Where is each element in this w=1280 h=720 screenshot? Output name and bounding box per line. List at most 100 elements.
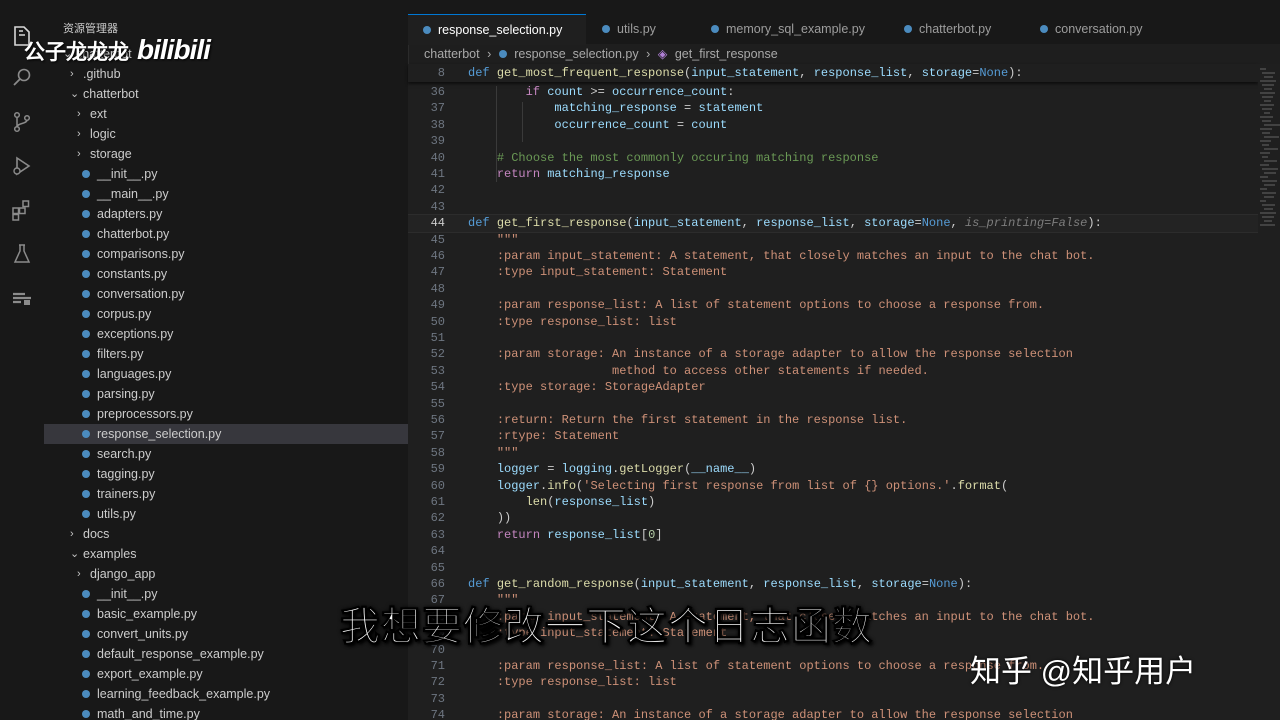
chevron-down-icon: ⌄ [70,88,80,100]
tree-folder[interactable]: › ext [44,104,408,124]
python-file-icon [82,650,90,658]
tab-response-selection[interactable]: response_selection.py [408,14,586,45]
code-line[interactable]: 73 [408,691,1258,708]
tree-folder[interactable]: › logic [44,124,408,144]
code-line[interactable]: 47 :type input_statement: Statement [408,264,1258,281]
tree-file[interactable]: response_selection.py [44,424,408,444]
tab-chatterbot[interactable]: chatterbot.py [888,14,1026,44]
code-token: :param storage: An instance of a storage… [496,347,1073,362]
code-line[interactable]: 57 :rtype: Statement [408,428,1258,445]
code-line[interactable]: 42 [408,182,1258,199]
code-line[interactable]: 53 method to access other statements if … [408,363,1258,380]
code-line[interactable]: 63 return response_list[0] [408,527,1258,544]
tab-utils[interactable]: utils.py [586,14,698,44]
code-token: :type storage: StorageAdapter [496,380,706,395]
breadcrumb-file[interactable]: response_selection.py [514,47,638,61]
tree-folder[interactable]: ⌄ examples [44,544,408,564]
code-token: input_statement [691,66,800,80]
tree-file[interactable]: filters.py [44,344,408,364]
tree-folder[interactable]: › .github [44,64,408,84]
code-line[interactable]: 40 # Choose the most commonly occuring m… [408,150,1258,167]
search-icon[interactable] [10,66,34,90]
tree-file[interactable]: chatterbot.py [44,224,408,244]
code-line[interactable]: 56 :return: Return the first statement i… [408,412,1258,429]
uploader-name: 公子龙龙龙 [24,41,129,64]
tree-file[interactable]: __init__.py [44,164,408,184]
code-text: :type response_list: list [468,314,677,331]
code-line[interactable]: 49 :param response_list: A list of state… [408,297,1258,314]
code-line[interactable]: 48 [408,281,1258,298]
code-line[interactable]: 60 logger. info ('Selecting first response… [408,478,1258,495]
code-line[interactable]: 44 def get_first_response(input_statement… [408,214,1258,234]
code-line[interactable]: 39 [408,133,1258,150]
code-line[interactable]: 38 occurrence_count = count [408,117,1258,134]
extensions-icon[interactable] [10,198,34,222]
tree-file[interactable]: learning_feedback_example.py [44,684,408,704]
minimap-line [1260,80,1276,82]
tree-file[interactable]: tagging.py [44,464,408,484]
code-line[interactable]: 46 :param input_statement: A statement, … [408,248,1258,265]
code-line[interactable]: 37 matching_response = statement [408,100,1258,117]
tree-file[interactable]: conversation.py [44,284,408,304]
tree-file[interactable]: parsing.py [44,384,408,404]
tree-folder[interactable]: ⌄ chatterbot [44,84,408,104]
tree-file[interactable]: math_and_time.py [44,704,408,720]
code-line[interactable]: 50 :type response_list: list [408,314,1258,331]
tree-file[interactable]: utils.py [44,504,408,524]
line-number: 38 [430,117,445,132]
tab-conversation[interactable]: conversation.py [1026,14,1176,44]
code-token: :param input_statement: A statement, tha… [496,249,1095,263]
tree-folder[interactable]: › docs [44,524,408,544]
source-control-icon[interactable] [10,110,34,134]
code-line[interactable]: 54 :type storage: StorageAdapter [408,379,1258,396]
code-text: if count >= occurrence_count: [468,84,735,101]
code-line[interactable]: 64 [408,543,1258,560]
minimap-line [1264,76,1273,78]
tree-file[interactable]: preprocessors.py [44,404,408,424]
code-line[interactable]: 59 logger = logging.getLogger(__name__) [408,461,1258,478]
line-number: 44 [430,216,445,231]
tree-file[interactable]: exceptions.py [44,324,408,344]
tree-folder[interactable]: › storage [44,144,408,164]
tree-file[interactable]: languages.py [44,364,408,384]
tree-item-label: .github [83,67,121,81]
code-line[interactable]: 52 :param storage: An instance of a stor… [408,346,1258,363]
code-line[interactable]: 62 )) [408,510,1258,527]
tree-file[interactable]: constants.py [44,264,408,284]
tree-file[interactable]: trainers.py [44,484,408,504]
tree-file[interactable]: corpus.py [44,304,408,324]
chevron-right-icon: › [77,148,81,160]
remote-explorer-icon[interactable] [10,286,34,310]
code-line[interactable]: 55 [408,396,1258,413]
minimap[interactable] [1258,64,1280,720]
run-debug-icon[interactable] [10,154,34,178]
tree-item-label: convert_units.py [97,627,189,641]
tree-file[interactable]: export_example.py [44,664,408,684]
code-line[interactable]: 41 return matching_response [408,166,1258,183]
code-line[interactable]: 58 """ [408,445,1258,462]
code-line[interactable]: 74 :param storage: An instance of a stor… [408,707,1258,720]
code-line[interactable]: 45 """ [408,232,1258,249]
code-line[interactable]: 66 def get_random_response(input_statemen… [408,576,1258,593]
code-line[interactable]: 65 [408,560,1258,577]
code-line[interactable]: 43 [408,199,1258,216]
breadcrumb-folder[interactable]: chatterbot [424,47,480,61]
tree-file[interactable]: search.py [44,444,408,464]
tree-folder[interactable]: › django_app [44,564,408,584]
tree-file[interactable]: __main__.py [44,184,408,204]
code-line[interactable]: 36 if count >= occurrence_count: [408,84,1258,101]
testing-icon[interactable] [10,242,34,266]
code-line[interactable]: 51 [408,330,1258,347]
tab-memory-sql-example[interactable]: memory_sql_example.py [698,14,888,44]
tree-file[interactable]: adapters.py [44,204,408,224]
breadcrumb-symbol[interactable]: get_first_response [675,47,778,61]
minimap-line [1264,220,1272,222]
code-line[interactable]: 61 len(response_list) [408,494,1258,511]
code-token: )) [496,511,512,526]
tree-file[interactable]: comparisons.py [44,244,408,264]
sticky-scroll-header[interactable]: 8 def get_most_frequent_response(input_st… [408,64,1258,82]
